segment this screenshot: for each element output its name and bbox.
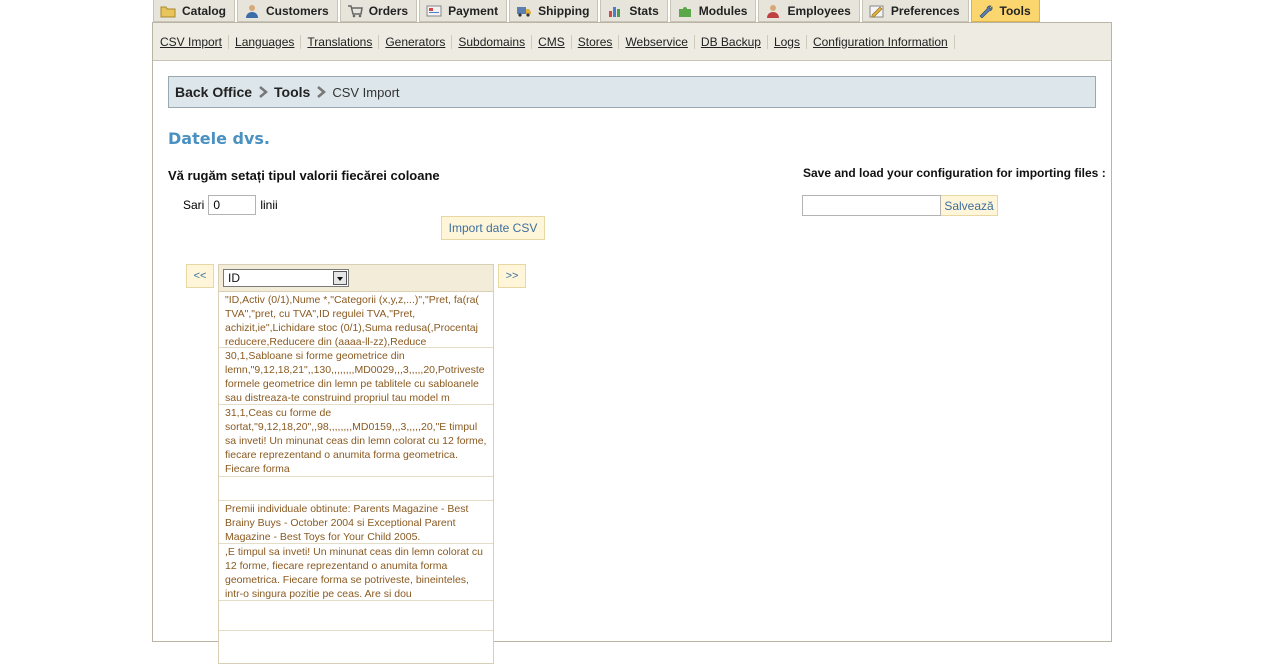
subnav-translations[interactable]: Translations xyxy=(301,34,380,49)
tab-label: Catalog xyxy=(182,3,227,18)
selected-type: ID xyxy=(228,271,240,285)
chevron-right-icon xyxy=(310,85,332,99)
subnav-db-backup[interactable]: DB Backup xyxy=(695,34,768,49)
tab-label: Employees xyxy=(787,3,851,18)
puzzle-icon xyxy=(677,4,693,18)
table-cell xyxy=(219,477,493,501)
employee-icon xyxy=(765,4,781,18)
config-label: Save and load your configuration for imp… xyxy=(803,166,1106,180)
chevron-down-icon[interactable] xyxy=(333,271,347,285)
previous-columns-button[interactable]: << xyxy=(186,264,214,288)
csv-column-preview: ID "ID,Activ (0/1),Nume *,"Categorii (x,… xyxy=(218,264,494,664)
tab-label: Tools xyxy=(999,3,1031,18)
truck-icon xyxy=(516,4,532,18)
tab-label: Orders xyxy=(368,3,409,18)
subnav-csv-import[interactable]: CSV Import xyxy=(160,34,230,49)
subnav-logs[interactable]: Logs xyxy=(768,34,807,49)
main-tabs: Catalog Customers Orders Payment Shippin… xyxy=(153,0,1042,22)
tab-tools[interactable]: Tools xyxy=(970,0,1040,22)
import-csv-button[interactable]: Import date CSV xyxy=(441,216,545,240)
tab-catalog[interactable]: Catalog xyxy=(153,0,236,22)
skip-lines-input[interactable] xyxy=(208,195,257,215)
subnav-stores[interactable]: Stores xyxy=(572,34,620,49)
save-config-button[interactable]: Salvează xyxy=(941,195,998,216)
table-cell: ,E timpul sa inveti! Un minunat ceas din… xyxy=(219,544,493,601)
column-type-instructions: Vă rugăm setați tipul valorii fiecărei c… xyxy=(168,168,440,183)
bar-chart-icon xyxy=(607,4,623,18)
table-cell xyxy=(219,601,493,631)
tab-preferences[interactable]: Preferences xyxy=(861,0,969,22)
subnav-configuration-information[interactable]: Configuration Information xyxy=(807,34,955,49)
content-frame: CSV Import Languages Translations Genera… xyxy=(152,22,1112,664)
subnav-languages[interactable]: Languages xyxy=(229,34,302,49)
tab-employees[interactable]: Employees xyxy=(758,0,860,22)
tab-customers[interactable]: Customers xyxy=(237,0,338,22)
tab-shipping[interactable]: Shipping xyxy=(509,0,599,22)
tab-label: Customers xyxy=(266,3,329,18)
wrench-icon xyxy=(978,4,994,18)
tab-label: Stats xyxy=(629,3,659,18)
config-name-input[interactable] xyxy=(802,195,941,216)
column-header: ID xyxy=(219,265,493,292)
next-columns-button[interactable]: >> xyxy=(498,264,526,288)
breadcrumb-section[interactable]: Tools xyxy=(274,84,310,100)
folder-icon xyxy=(160,4,176,18)
lines-label: linii xyxy=(260,198,278,212)
chevron-right-icon xyxy=(252,85,274,99)
subnav-cms[interactable]: CMS xyxy=(532,34,572,49)
payment-icon xyxy=(426,4,442,18)
tab-orders[interactable]: Orders xyxy=(339,0,418,22)
tab-label: Shipping xyxy=(538,3,590,18)
breadcrumb: Back Office Tools CSV Import xyxy=(168,76,1096,108)
tab-payment[interactable]: Payment xyxy=(419,0,508,22)
skip-label: Sari xyxy=(183,198,205,212)
subnav-generators[interactable]: Generators xyxy=(379,34,453,49)
subnav-subdomains[interactable]: Subdomains xyxy=(452,34,533,49)
subnav-webservice[interactable]: Webservice xyxy=(619,34,695,49)
tab-label: Modules xyxy=(698,3,748,18)
column-type-select[interactable]: ID xyxy=(223,269,349,287)
table-cell: 30,1,Sabloane si forme geometrice din le… xyxy=(219,348,493,405)
tab-stats[interactable]: Stats xyxy=(600,0,668,22)
breadcrumb-current: CSV Import xyxy=(332,84,400,100)
breadcrumb-root[interactable]: Back Office xyxy=(175,84,252,100)
table-cell: Premii individuale obtinute: Parents Mag… xyxy=(219,501,493,544)
sub-navigation: CSV Import Languages Translations Genera… xyxy=(153,23,1111,61)
preferences-icon xyxy=(869,4,885,18)
tab-modules[interactable]: Modules xyxy=(669,0,757,22)
tab-label: Payment xyxy=(448,3,499,18)
table-cell: "ID,Activ (0/1),Nume *,"Categorii (x,y,z… xyxy=(219,292,493,348)
table-cell: 31,1,Ceas cu forme de sortat,"9,12,18,20… xyxy=(219,405,493,477)
tab-label: Preferences xyxy=(890,3,960,18)
page-title: Datele dvs. xyxy=(168,129,270,148)
skip-lines-row: Sari linii xyxy=(183,195,278,215)
user-icon xyxy=(244,4,260,18)
cart-icon xyxy=(347,4,363,18)
